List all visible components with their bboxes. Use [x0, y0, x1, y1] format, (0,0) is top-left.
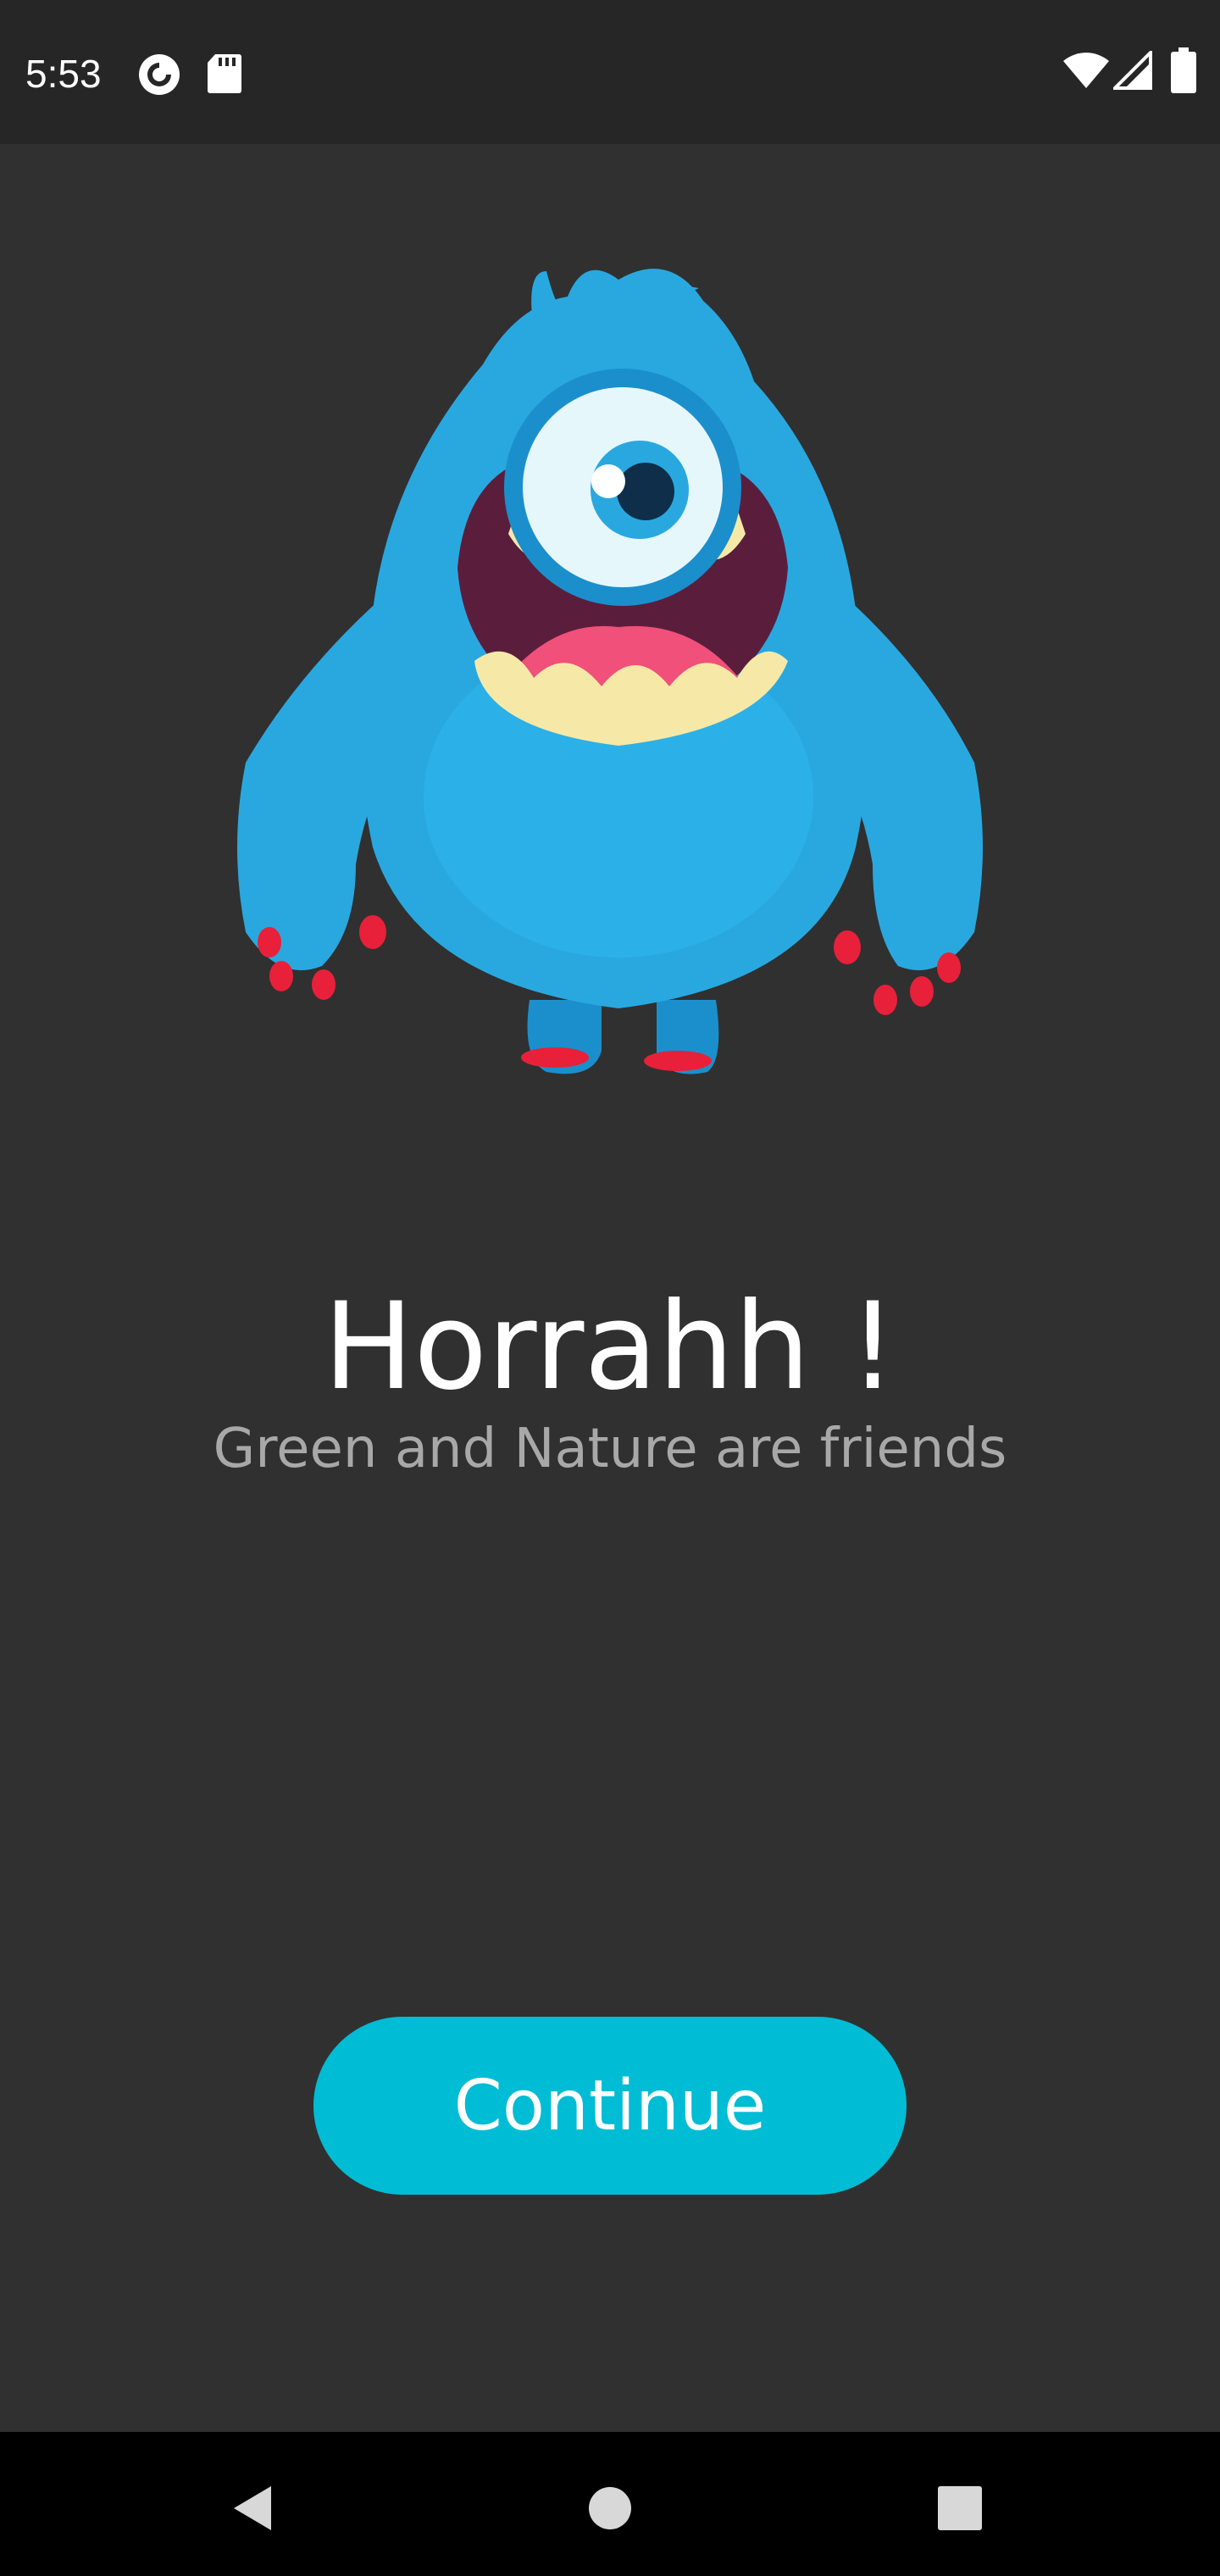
recents-icon[interactable]	[918, 2466, 1002, 2551]
home-icon[interactable]	[568, 2466, 652, 2551]
status-bar: 5:53	[0, 0, 1220, 144]
cellular-signal-icon	[1111, 48, 1152, 93]
pocket-casts-icon	[137, 53, 181, 100]
page-subtitle: Green and Nature are friends	[213, 1418, 1007, 1480]
status-time: 5:53	[25, 52, 102, 96]
navigation-bar	[0, 2432, 1220, 2576]
back-icon[interactable]	[212, 2466, 297, 2551]
monster-illustration	[229, 254, 1008, 1085]
page-title: Horrahh !	[323, 1277, 897, 1417]
wifi-icon	[1062, 51, 1110, 93]
battery-icon	[1171, 47, 1196, 97]
sd-card-icon	[207, 53, 242, 98]
app-screen: 5:53 Horrahh ! Green and Nature are frie…	[0, 0, 1220, 2576]
continue-button[interactable]: Continue	[313, 2017, 907, 2195]
